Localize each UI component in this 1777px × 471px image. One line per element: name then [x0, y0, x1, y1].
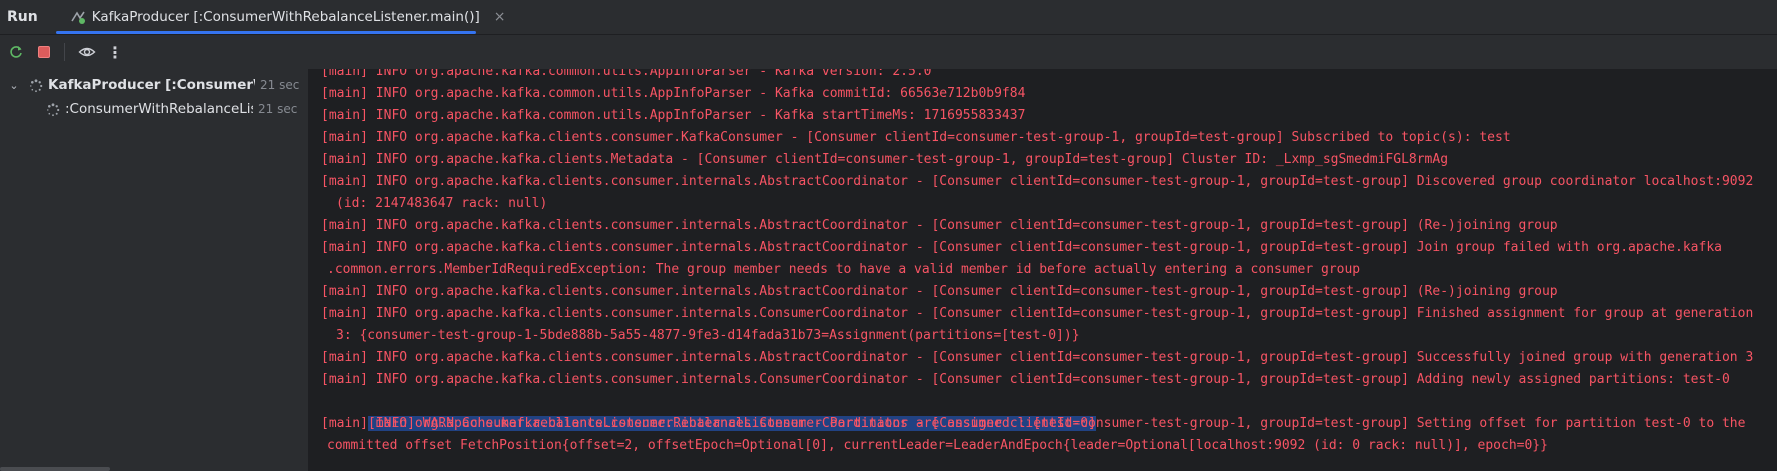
- console-line: 3: {consumer-test-group-1-5bde888b-5a55-…: [336, 328, 1080, 343]
- horizontal-scrollbar[interactable]: [0, 467, 110, 471]
- chevron-down-icon[interactable]: ⌄: [7, 79, 21, 92]
- tree-item-child-time: 21 sec: [258, 102, 298, 116]
- test-tree-panel: ⌄ KafkaProducer [:ConsumerWithRebalanceL…: [0, 69, 309, 471]
- console-line: [main] INFO org.apache.kafka.clients.con…: [321, 372, 1730, 387]
- rerun-icon: [10, 46, 22, 58]
- tree-item-child-label: :ConsumerWithRebalanceListener.main(): [65, 101, 253, 117]
- tree-item-root[interactable]: ⌄ KafkaProducer [:ConsumerWithRebalanceL…: [0, 73, 308, 97]
- toolbar-divider: [64, 43, 65, 61]
- more-icon: ⋮: [107, 42, 123, 62]
- show-options-button[interactable]: [75, 40, 99, 64]
- console-line: [main] INFO org.apache.kafka.clients.con…: [321, 240, 1722, 255]
- run-config-icon: [70, 9, 86, 25]
- tab-label: KafkaProducer [:ConsumerWithRebalanceLis…: [91, 9, 480, 25]
- tree-item-child[interactable]: :ConsumerWithRebalanceListener.main() 21…: [0, 97, 308, 121]
- eye-icon: [78, 47, 96, 57]
- run-header: Run KafkaProducer [:ConsumerWithRebalanc…: [0, 0, 1777, 35]
- run-toolbar: ⋮: [0, 35, 1777, 69]
- tab-kafka-producer[interactable]: KafkaProducer [:ConsumerWithRebalanceLis…: [55, 0, 506, 34]
- console-line-warn: [main] WARN Consumer.rebalanceListener.R…: [321, 391, 1096, 431]
- console-line: committed offset FetchPosition{offset=2,…: [327, 438, 1548, 453]
- console-output[interactable]: [main] INFO org.apache.kafka.common.util…: [309, 69, 1777, 471]
- spinner-icon: [29, 78, 43, 93]
- console-line: [main] INFO org.apache.kafka.common.util…: [321, 108, 1026, 123]
- console-line: [main] INFO org.apache.kafka.clients.con…: [321, 306, 1754, 321]
- console-line: (id: 2147483647 rack: null): [336, 196, 548, 211]
- console-line: [main] INFO org.apache.kafka.clients.con…: [321, 350, 1754, 365]
- run-tool-window: Run KafkaProducer [:ConsumerWithRebalanc…: [0, 0, 1777, 471]
- console-line: [main] INFO org.apache.kafka.clients.Met…: [321, 152, 1449, 167]
- console-line: [main] INFO org.apache.kafka.clients.con…: [321, 416, 1746, 431]
- stop-icon: [38, 46, 50, 58]
- console-line: [main] INFO org.apache.kafka.clients.con…: [321, 130, 1511, 145]
- stop-button[interactable]: [32, 40, 56, 64]
- console-line: [main] INFO org.apache.kafka.clients.con…: [321, 174, 1754, 189]
- tree-item-root-time: 21 sec: [260, 78, 300, 92]
- console-line: [main] INFO org.apache.kafka.common.util…: [321, 86, 1026, 101]
- console-line: .common.errors.MemberIdRequiredException…: [327, 262, 1361, 277]
- spinner-icon: [46, 102, 60, 117]
- console-line: [main] INFO org.apache.kafka.clients.con…: [321, 218, 1558, 233]
- rerun-button[interactable]: [4, 40, 28, 64]
- more-options-button[interactable]: ⋮: [103, 40, 127, 64]
- console-line: [main] INFO org.apache.kafka.common.util…: [321, 69, 932, 79]
- tree-item-root-label: KafkaProducer [:ConsumerWithRebalanceLis…: [48, 77, 255, 93]
- run-title: Run: [7, 9, 38, 25]
- console-line: [main] INFO org.apache.kafka.clients.con…: [321, 284, 1558, 299]
- close-icon[interactable]: ×: [494, 9, 506, 25]
